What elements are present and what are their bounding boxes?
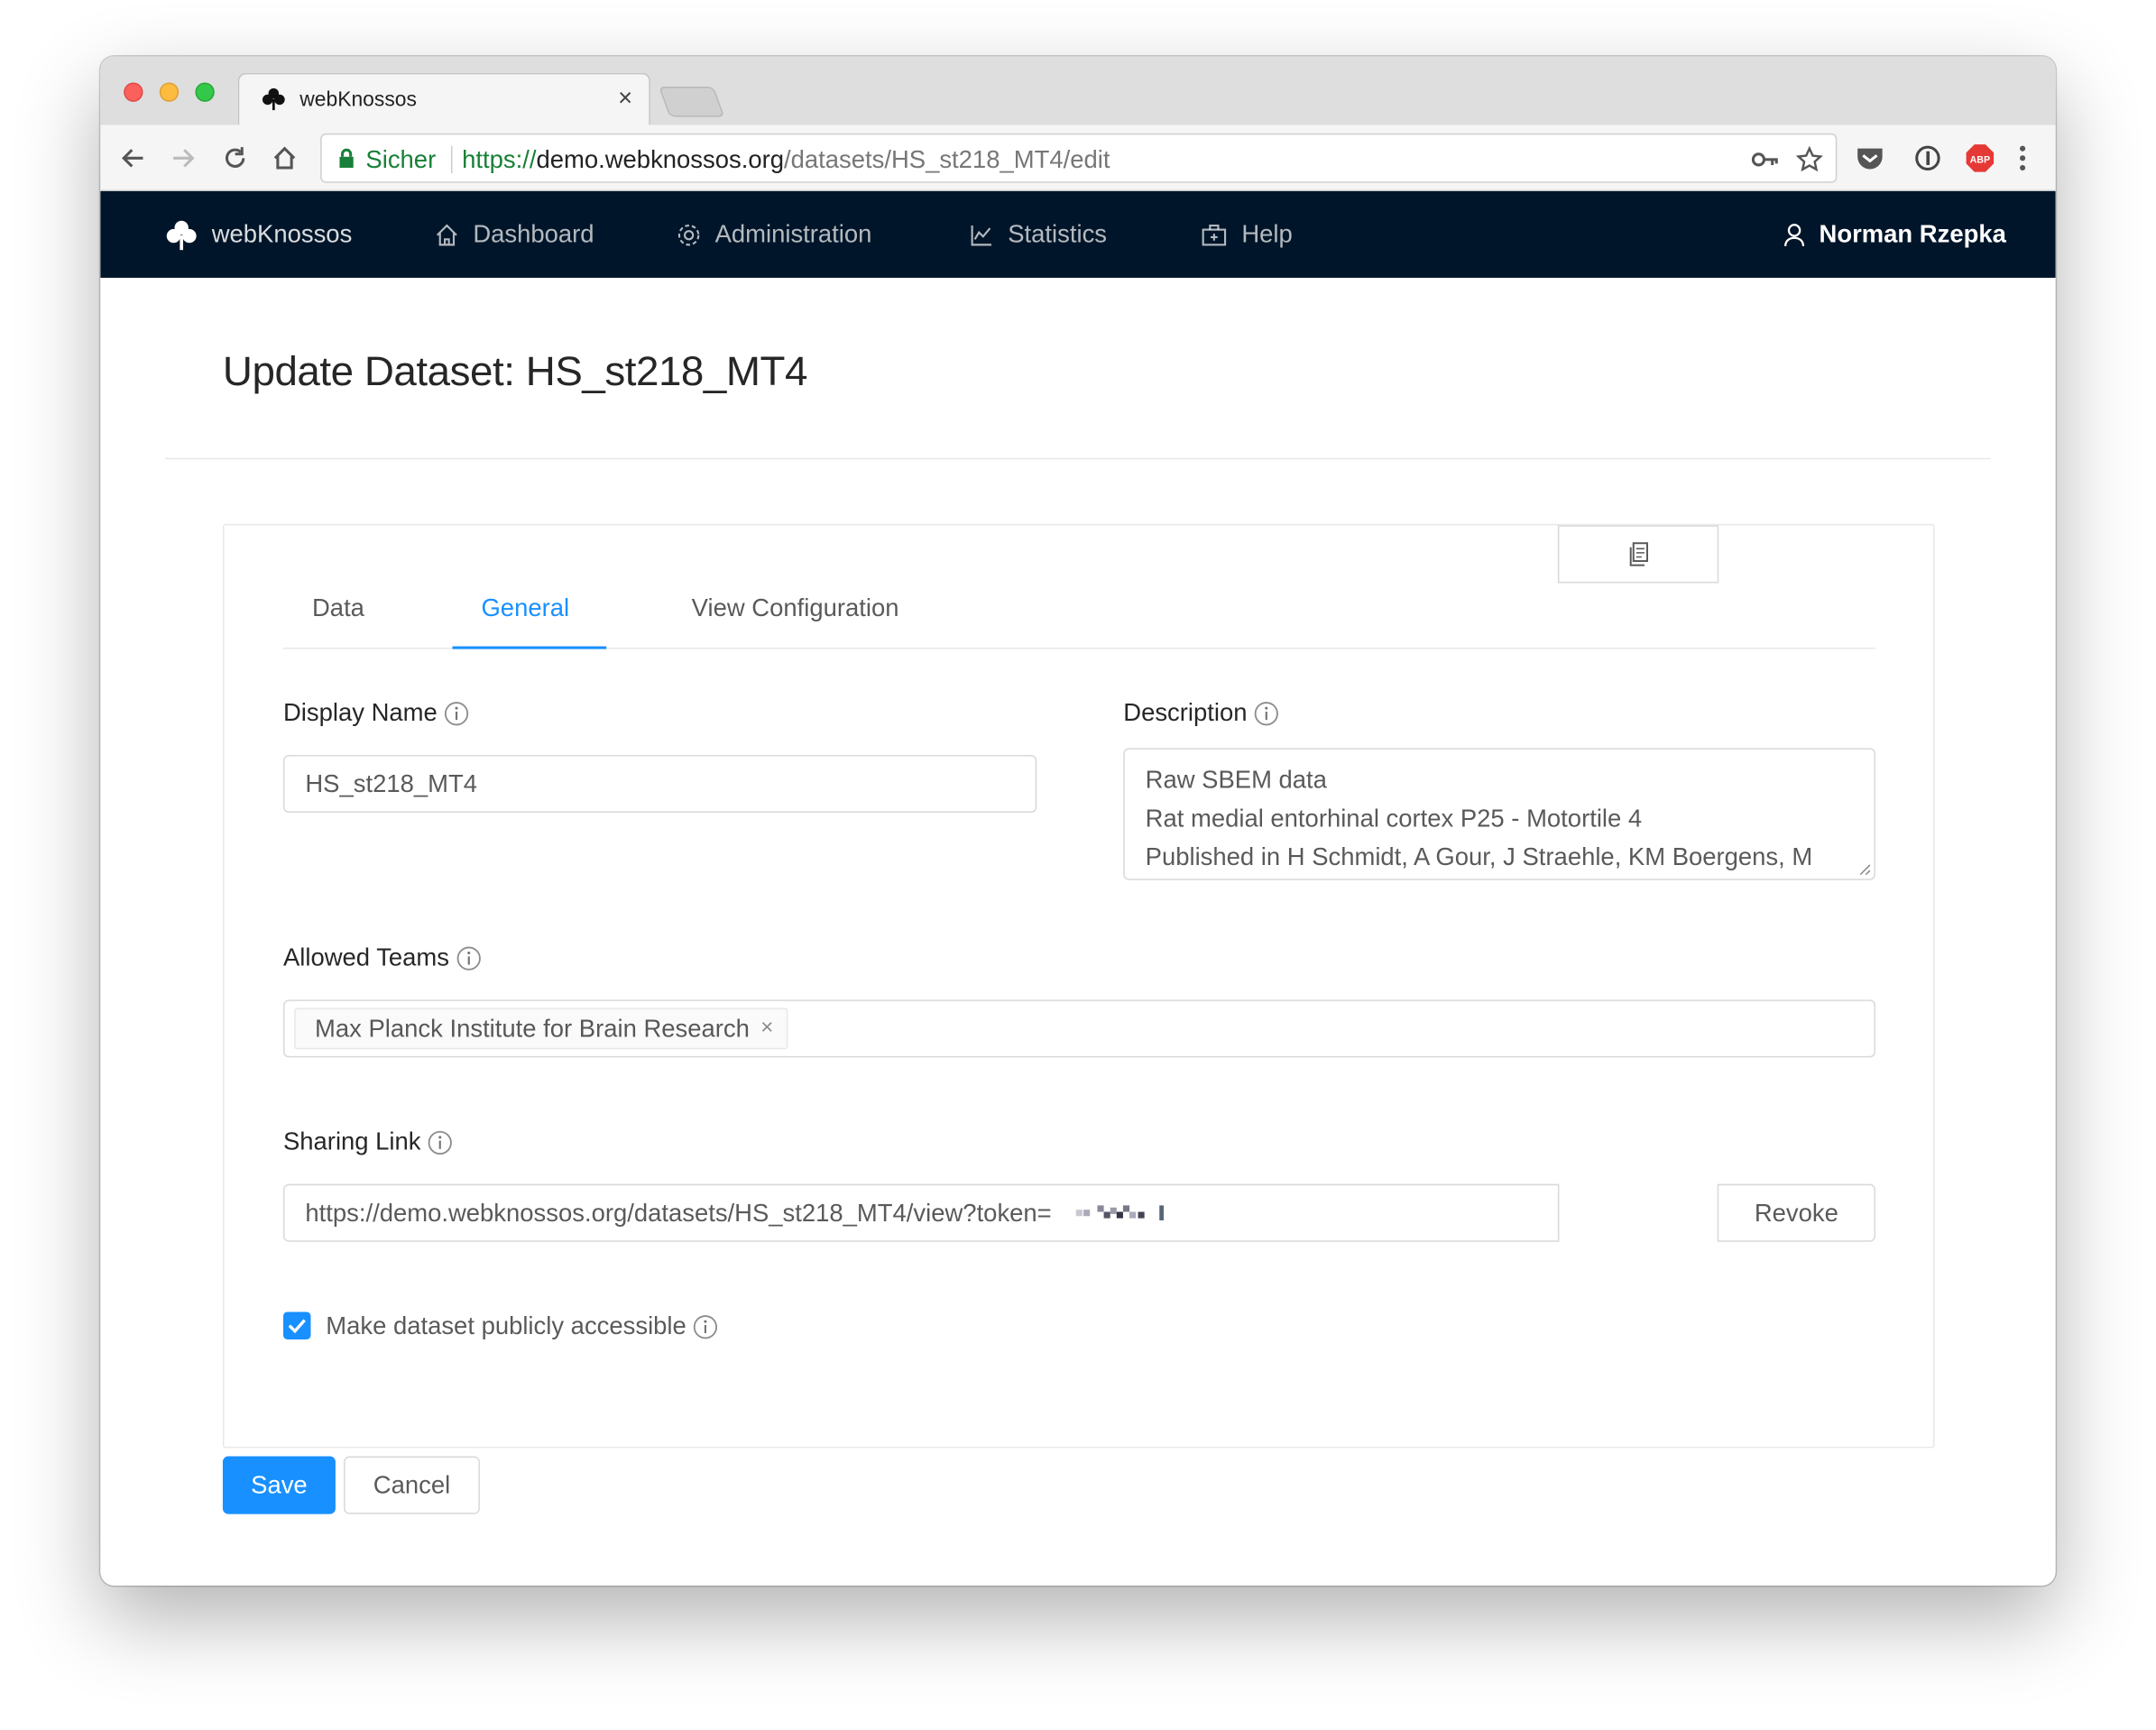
brand-name: webKnossos	[211, 219, 353, 248]
nav-item-help[interactable]: Help	[1201, 191, 1293, 278]
medicine-box-icon	[1202, 224, 1227, 245]
tab-data[interactable]: Data	[312, 594, 364, 623]
nav-item-statistics[interactable]: Statistics	[970, 191, 1107, 278]
description-line: Rat medial entorhinal cortex P25 - Motor…	[1145, 804, 1643, 833]
sharing-link-input[interactable]: https://demo.webknossos.org/datasets/HS_…	[282, 1183, 1560, 1242]
info-circle-icon[interactable]	[1254, 701, 1278, 725]
nav-item-administration[interactable]: Administration	[677, 191, 872, 278]
cancel-button[interactable]: Cancel	[344, 1456, 480, 1514]
gear-icon	[677, 224, 700, 245]
line-chart-icon	[971, 225, 991, 245]
public-checkbox[interactable]	[282, 1311, 311, 1339]
nav-item-label: Help	[1241, 219, 1293, 248]
team-tag: Max Planck Institute for Brain Research …	[294, 1008, 789, 1050]
info-circle-icon[interactable]	[444, 701, 469, 725]
nav-item-dashboard[interactable]: Dashboard	[435, 191, 594, 278]
info-circle-icon[interactable]	[456, 945, 481, 970]
clover-icon	[262, 87, 285, 111]
description-line: Raw SBEM data	[1145, 766, 1327, 794]
brand-link[interactable]: webKnossos	[165, 191, 352, 278]
redacted-token	[1075, 1205, 1164, 1220]
allowed-teams-select[interactable]: Max Planck Institute for Brain Research …	[282, 999, 1876, 1058]
divider	[164, 457, 1992, 460]
close-window-button[interactable]	[124, 82, 143, 102]
tab-ink-bar	[452, 646, 607, 649]
description-textarea[interactable]: Raw SBEM data Rat medial entorhinal cort…	[1123, 748, 1876, 880]
user-icon	[1784, 223, 1805, 246]
page-title: Update Dataset: HS_st218_MT4	[222, 349, 808, 395]
lock-icon	[339, 148, 354, 169]
browser-tab-title: webKnossos	[299, 87, 417, 112]
browser-tab[interactable]: webKnossos ×	[237, 72, 650, 125]
svg-text:ABP: ABP	[1970, 155, 1990, 166]
maximize-window-button[interactable]	[195, 82, 215, 102]
dataset-settings-card: Data General View Configuration Display …	[222, 523, 1935, 1449]
browser-window: webKnossos × Sicher https://demo.webknos…	[100, 56, 2056, 1586]
copy-icon	[1628, 542, 1648, 566]
star-icon[interactable]	[1794, 144, 1825, 175]
secure-label: Sicher	[365, 145, 437, 174]
tab-view-configuration[interactable]: View Configuration	[692, 594, 899, 623]
url-text: https://demo.webknossos.org/datasets/HS_…	[462, 145, 1110, 174]
app-header: webKnossos Dashboard Administration Stat…	[100, 190, 2056, 278]
info-circle-icon[interactable]	[428, 1129, 452, 1155]
display-name-label: Display Name	[283, 698, 469, 727]
sharing-link-label: Sharing Link	[283, 1127, 453, 1156]
new-tab-button[interactable]	[659, 87, 725, 117]
reload-icon[interactable]	[216, 139, 254, 178]
nav-item-label: Dashboard	[473, 219, 594, 248]
remove-tag-icon[interactable]: ×	[760, 1017, 773, 1041]
divider	[450, 145, 453, 174]
home-icon	[436, 223, 457, 245]
description-line: Published in H Schmidt, A Gour, J Straeh…	[1145, 842, 1813, 871]
forward-icon[interactable]	[163, 139, 202, 178]
tab-general[interactable]: General	[481, 594, 569, 623]
adblock-icon[interactable]: ABP	[1962, 141, 1998, 177]
user-name: Norman Rzepka	[1819, 219, 2006, 248]
allowed-teams-label: Allowed Teams	[283, 943, 481, 972]
copy-link-button[interactable]	[1557, 525, 1719, 584]
menu-kebab-icon[interactable]	[2004, 141, 2041, 177]
description-label: Description	[1123, 698, 1278, 727]
pocket-icon[interactable]	[1852, 141, 1888, 177]
nav-item-label: Statistics	[1008, 219, 1108, 248]
check-icon	[288, 1319, 306, 1334]
nav-item-label: Administration	[714, 219, 872, 248]
clover-icon	[166, 220, 197, 250]
password-manager-icon[interactable]	[1910, 141, 1946, 177]
browser-toolbar: Sicher https://demo.webknossos.org/datas…	[100, 124, 2056, 191]
user-menu[interactable]: Norman Rzepka	[1783, 191, 2006, 278]
address-bar[interactable]: Sicher https://demo.webknossos.org/datas…	[320, 133, 1838, 183]
display-name-input[interactable]: HS_st218_MT4	[282, 755, 1037, 814]
resize-handle-icon[interactable]	[1857, 862, 1871, 876]
home-browser-icon[interactable]	[265, 139, 304, 178]
save-button[interactable]: Save	[222, 1456, 336, 1514]
browser-tab-strip: webKnossos ×	[100, 56, 2056, 125]
public-checkbox-label[interactable]: Make dataset publicly accessible	[326, 1311, 718, 1340]
team-tag-label: Max Planck Institute for Brain Research	[315, 1014, 750, 1042]
back-icon[interactable]	[115, 139, 153, 178]
revoke-button[interactable]: Revoke	[1717, 1183, 1876, 1242]
info-circle-icon[interactable]	[693, 1314, 718, 1339]
minimize-window-button[interactable]	[159, 82, 180, 102]
key-icon[interactable]	[1750, 144, 1781, 175]
sharing-link-text: https://demo.webknossos.org/datasets/HS_…	[305, 1198, 1052, 1227]
close-tab-icon[interactable]: ×	[618, 84, 632, 113]
